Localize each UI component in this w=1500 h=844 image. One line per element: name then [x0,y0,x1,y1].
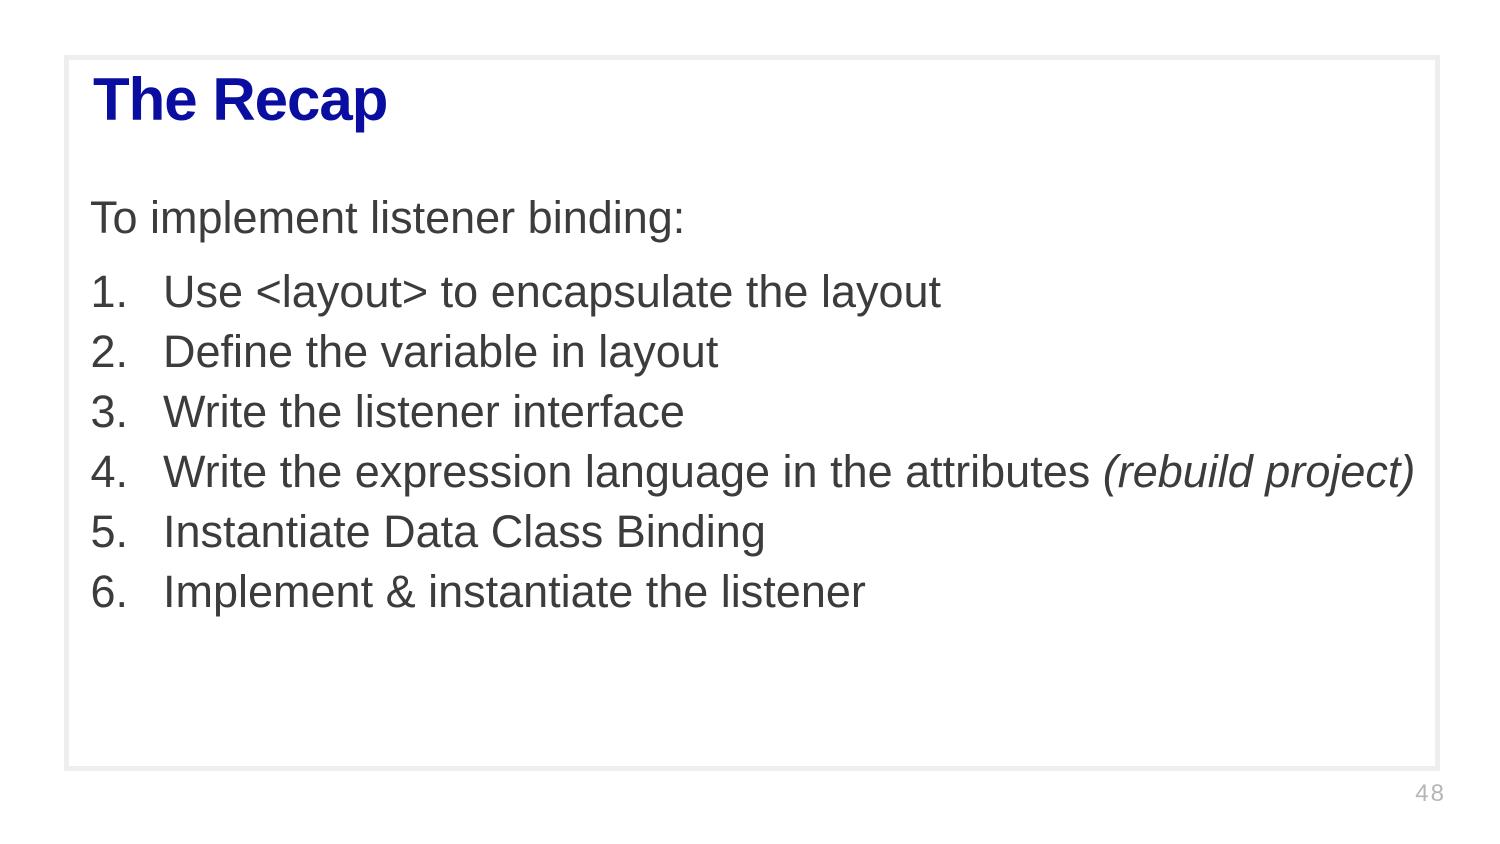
step-number: 5. [90,506,128,557]
slide-title: The Recap [93,66,388,133]
step-text: Define the variable in layout [163,326,719,377]
step-text: Write the listener interface [163,386,685,437]
step-note: (rebuild project) [1102,446,1416,497]
list-item: 5. Instantiate Data Class Binding [80,502,1425,562]
step-number: 3. [90,386,128,437]
step-text: Instantiate Data Class Binding [163,506,766,557]
list-item: 2. Define the variable in layout [80,322,1425,382]
step-text: Use <layout> to encapsulate the layout [163,266,942,317]
intro-text: To implement listener binding: [90,192,686,243]
steps-list: 1. Use <layout> to encapsulate the layout… [80,262,1425,622]
list-item: 1. Use <layout> to encapsulate the layout [80,262,1425,322]
slide: The Recap To implement listener binding:… [0,0,1500,844]
step-number: 4. [90,446,128,497]
page-number: 48 [1415,780,1446,807]
list-item: 4. Write the expression language in the a… [80,442,1425,502]
step-number: 1. [90,266,128,317]
step-number: 2. [90,326,128,377]
list-item: 6. Implement & instantiate the listener [80,562,1425,622]
step-text: Implement & instantiate the listener [163,566,866,617]
list-item: 3. Write the listener interface [80,382,1425,442]
step-number: 6. [90,566,128,617]
step-text: Write the expression language in the att… [163,446,1103,497]
